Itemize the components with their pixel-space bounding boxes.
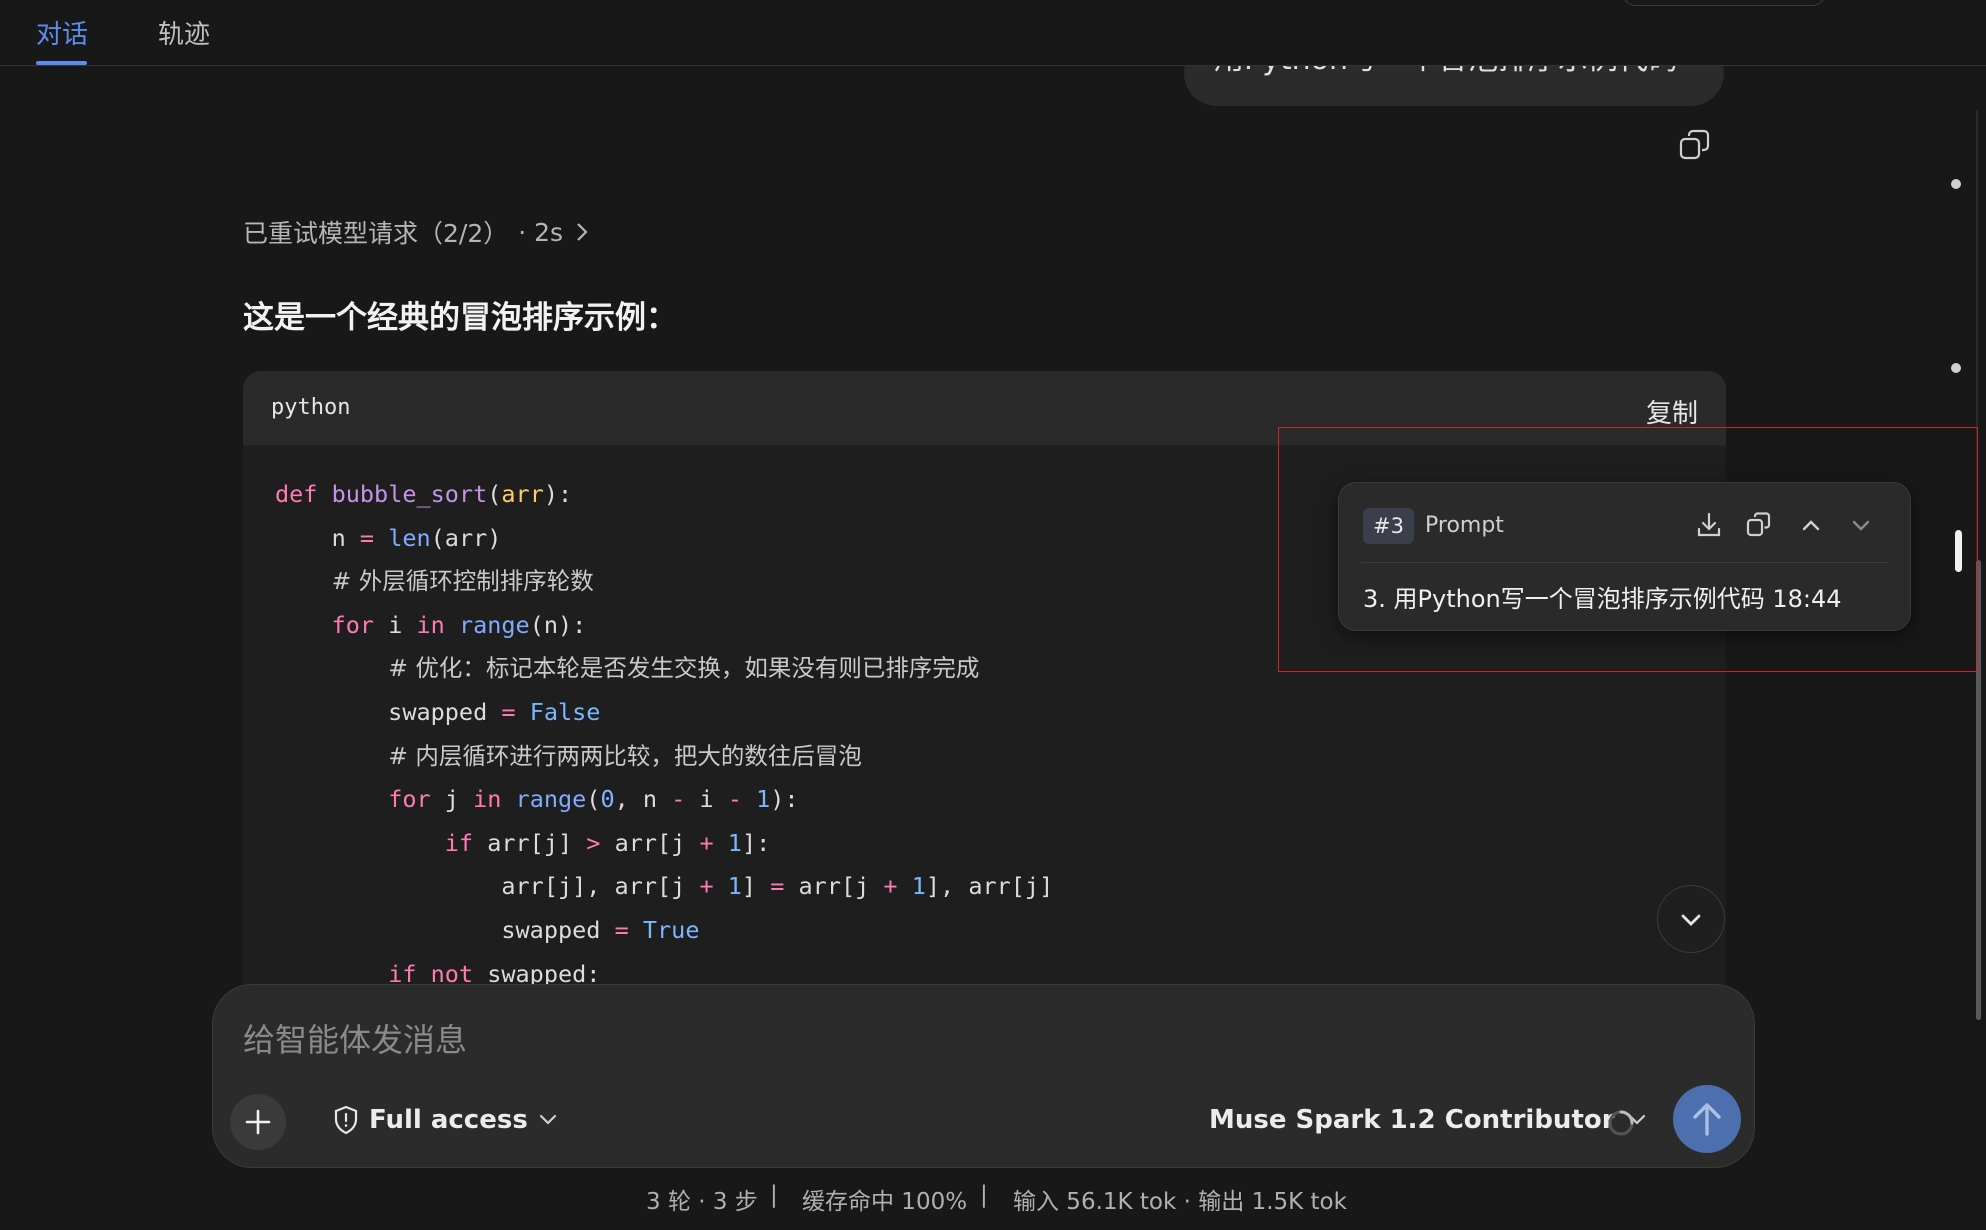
prompt-popover: #3 Prompt 3. 用Python写一个冒泡排序示例代码 18:44: [1338, 482, 1911, 631]
code-line: if arr[j] > arr[j + 1]:: [444, 828, 771, 857]
prompt-popover-title: Prompt: [1425, 513, 1504, 538]
top-pill-edge: [1622, 0, 1826, 6]
access-mode-label: Full access: [369, 1105, 528, 1135]
prompt-popover-text[interactable]: 3. 用Python写一个冒泡排序示例代码 18:44: [1363, 579, 1842, 614]
download-icon[interactable]: [1695, 511, 1723, 539]
scroll-to-bottom-button[interactable]: [1657, 885, 1725, 953]
popover-divider: [1361, 562, 1888, 563]
code-line: swapped = True: [275, 915, 700, 944]
scroll-marker-dot[interactable]: [1951, 179, 1961, 189]
copy-icon[interactable]: [1745, 511, 1773, 539]
plus-icon: [245, 1109, 271, 1135]
arrow-up-icon: [1693, 1103, 1721, 1136]
cache-hit-rate: 缓存命中 100%: [802, 1189, 968, 1215]
copy-message-icon[interactable]: [1678, 128, 1712, 162]
retry-status[interactable]: 已重试模型请求（2/2） · 2s: [243, 214, 591, 250]
top-tab-bar: 对话 轨迹: [0, 0, 1986, 66]
scroll-marker-dot[interactable]: [1951, 363, 1961, 373]
copy-code-button[interactable]: 复制: [1646, 393, 1698, 430]
model-select[interactable]: Muse Spark 1.2 Contributor: [1209, 1105, 1647, 1135]
app-window: 对话 轨迹 用Python写一个冒泡排序示例代码 已重试模型请求（2/2） · …: [0, 0, 1986, 1230]
retry-duration: · 2s: [518, 217, 564, 247]
code-line: # 内层循环进行两两比较，把大的数往后冒泡: [388, 741, 862, 770]
answer-heading: 这是一个经典的冒泡排序示例：: [243, 300, 677, 336]
tab-conversation[interactable]: 对话: [36, 14, 88, 51]
access-mode-select[interactable]: Full access: [333, 1105, 558, 1135]
token-usage: 输入 56.1K tok · 输出 1.5K tok: [1013, 1189, 1347, 1215]
shield-icon: [334, 1105, 358, 1135]
add-attachment-button[interactable]: [230, 1094, 286, 1150]
message-input[interactable]: [243, 1015, 1693, 1065]
code-line: arr[j], arr[j + 1] = arr[j + 1], arr[j]: [275, 872, 1054, 901]
send-button[interactable]: [1673, 1085, 1741, 1153]
tab-trajectory[interactable]: 轨迹: [158, 14, 210, 51]
chevron-up-icon[interactable]: [1797, 511, 1825, 539]
chevron-right-icon: [577, 223, 588, 241]
stats-separator: |: [980, 1182, 988, 1208]
stats-separator: |: [770, 1182, 778, 1208]
chevron-down-icon: [539, 1114, 556, 1125]
turns-steps: 3 轮 · 3 步: [646, 1189, 758, 1215]
active-tab-indicator: [36, 61, 87, 65]
loading-spinner-icon: [1608, 1110, 1634, 1136]
code-line: swapped = False: [275, 697, 601, 726]
message-composer: Full access Muse Spark 1.2 Contributor: [212, 984, 1755, 1168]
chevron-down-icon[interactable]: [1847, 511, 1875, 539]
prompt-index-badge: #3: [1363, 508, 1414, 544]
model-label: Muse Spark 1.2 Contributor: [1209, 1105, 1615, 1135]
chevron-down-icon: [1681, 914, 1701, 926]
retry-label: 已重试模型请求（2/2）: [243, 219, 509, 248]
code-language: python: [271, 395, 351, 420]
code-line: for j in range(0, n - i - 1):: [388, 785, 799, 814]
